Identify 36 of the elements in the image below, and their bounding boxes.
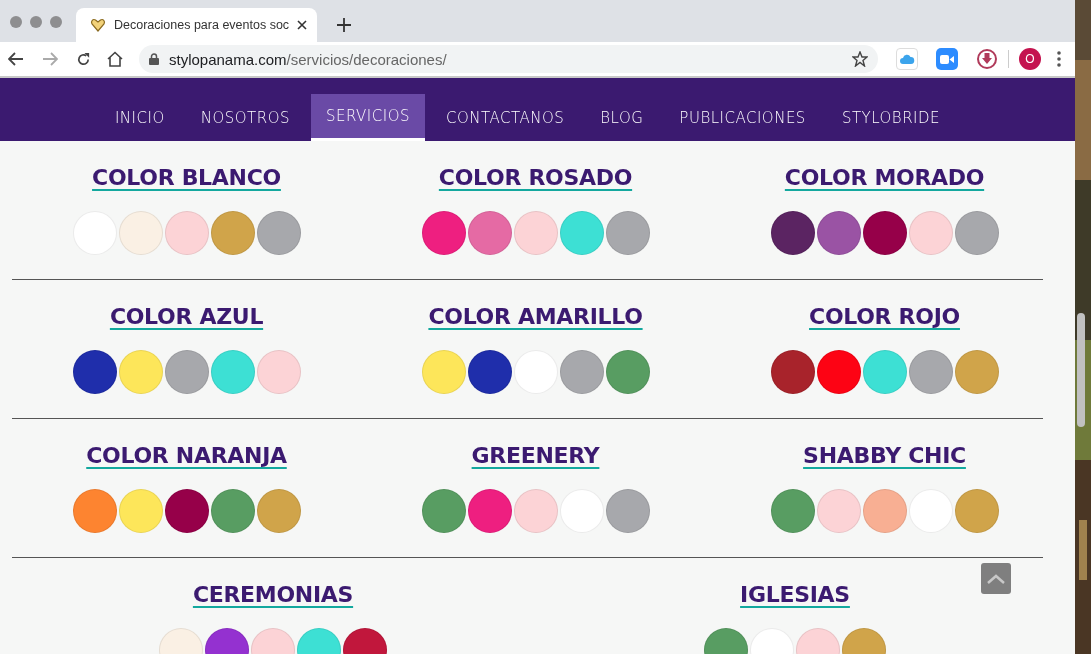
section-title-link[interactable]: COLOR MORADO — [784, 163, 985, 193]
nav-link[interactable]: SERVICIOS — [311, 94, 425, 141]
back-icon[interactable] — [8, 52, 24, 66]
chevron-up-icon — [987, 573, 1005, 584]
section-title-link[interactable]: COLOR ROSADO — [438, 163, 633, 193]
cloud-icon[interactable] — [896, 48, 918, 70]
section-title-link[interactable]: GREENERY — [471, 441, 600, 471]
lock-icon — [149, 53, 159, 65]
section-title-link[interactable]: COLOR AZUL — [109, 302, 264, 332]
heart-icon — [90, 17, 106, 33]
section-title-link[interactable]: COLOR BLANCO — [92, 163, 281, 193]
nav-link[interactable]: STYLOBRIDE — [826, 94, 956, 141]
url-text: stylopanama.com/servicios/decoraciones/ — [169, 50, 448, 68]
nav-link[interactable]: NOSOTROS — [185, 94, 305, 141]
section-title-link[interactable]: COLOR NARANJA — [86, 441, 287, 471]
home-icon[interactable] — [107, 51, 123, 67]
profile-avatar[interactable]: O — [1019, 48, 1041, 70]
close-icon[interactable] — [297, 20, 308, 30]
section-title-link[interactable]: SHABBY CHIC — [803, 441, 966, 471]
menu-icon[interactable] — [1057, 51, 1061, 67]
star-icon[interactable] — [852, 51, 868, 67]
browser-tab[interactable]: Decoraciones para eventos soc — [76, 8, 318, 42]
nav-link[interactable]: CONTACTANOS — [431, 94, 580, 141]
new-tab-icon[interactable] — [337, 18, 352, 32]
nav-link[interactable]: BLOG — [585, 94, 659, 141]
section-title-link[interactable]: COLOR ROJO — [809, 302, 960, 332]
nav-link[interactable]: INICIO — [99, 94, 180, 141]
nav-link[interactable]: PUBLICACIONES — [664, 94, 821, 141]
section-title-link[interactable]: CEREMONIAS — [192, 580, 354, 610]
download-icon[interactable] — [976, 48, 998, 70]
section-title-link[interactable]: COLOR AMARILLO — [428, 302, 643, 332]
section-title-link[interactable]: IGLESIAS — [740, 580, 850, 610]
video-camera-icon[interactable] — [936, 48, 958, 70]
address-bar[interactable]: stylopanama.com/servicios/decoraciones/ — [139, 45, 878, 73]
reload-icon[interactable] — [76, 51, 91, 67]
scrollbar-thumb[interactable] — [1077, 313, 1085, 427]
